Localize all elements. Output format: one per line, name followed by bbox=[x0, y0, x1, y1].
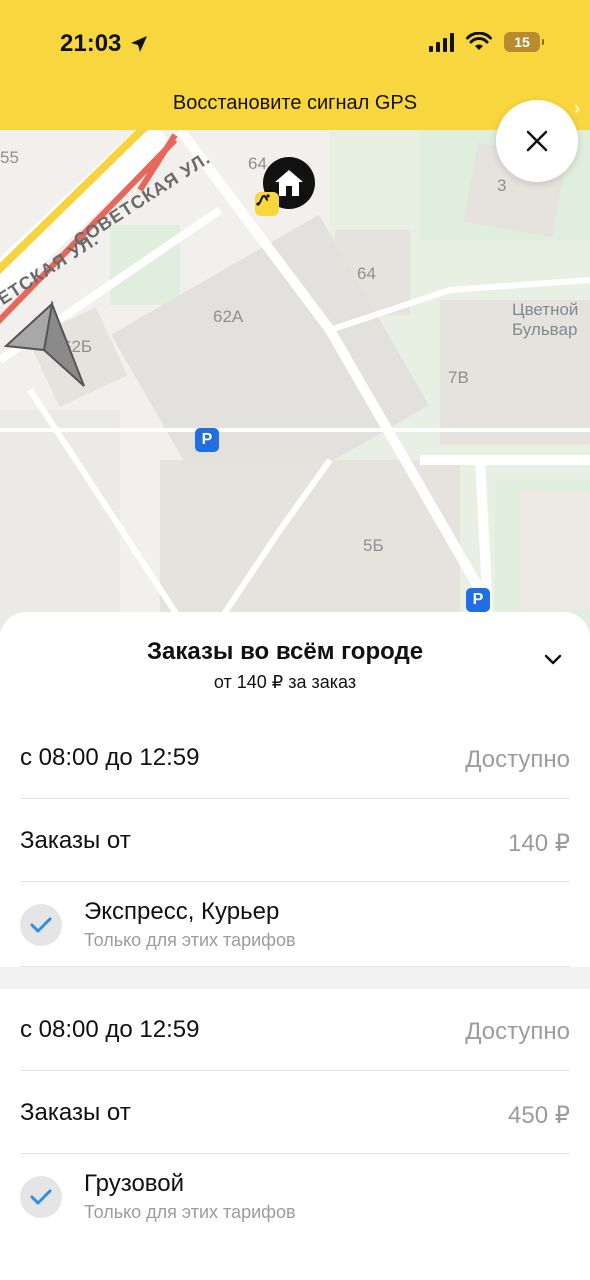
checkbox-checked[interactable] bbox=[20, 1176, 62, 1218]
map-view[interactable]: СОВЕТСКАЯ УЛ. ЕТСКАЯ УЛ. 55 64 3 64 62А … bbox=[0, 130, 590, 650]
group-divider bbox=[0, 967, 590, 989]
tariff-note: Только для этих тарифов bbox=[84, 1202, 296, 1222]
signal-icon bbox=[429, 32, 454, 52]
parking-icon[interactable]: P bbox=[195, 428, 219, 452]
tariff-name: Экспресс, Курьер bbox=[84, 898, 280, 925]
chevron-down-icon[interactable] bbox=[544, 654, 562, 666]
building-label: 5Б bbox=[363, 536, 384, 555]
building-label: 55 bbox=[0, 148, 19, 167]
building-label: 7В bbox=[448, 368, 469, 387]
orders-from-row[interactable]: Заказы от 450 ₽ bbox=[20, 1071, 570, 1154]
wifi-icon bbox=[466, 32, 492, 50]
close-button[interactable] bbox=[496, 100, 578, 182]
tariff-row[interactable]: Грузовой Только для этих тарифов bbox=[20, 1154, 570, 1238]
clock-time: 21:03 bbox=[60, 30, 122, 57]
orders-from-label: Заказы от bbox=[20, 1099, 131, 1126]
time-range-row[interactable]: с 08:00 до 12:59 Доступно bbox=[20, 988, 570, 1071]
status-bar: 21:03 15 Восстановите сигнал GPS › bbox=[0, 0, 590, 130]
sheet-title: Заказы во всём городе bbox=[146, 638, 424, 665]
location-arrow-icon bbox=[131, 36, 148, 52]
park-label-line1: Цветной bbox=[512, 300, 579, 319]
tariff-note: Только для этих тарифов bbox=[84, 930, 296, 950]
check-icon bbox=[30, 1189, 52, 1205]
status-icons: 15 bbox=[429, 32, 544, 52]
battery-level: 15 bbox=[514, 34, 530, 50]
chevron-right-icon: › bbox=[574, 98, 580, 118]
building-label: 64 bbox=[357, 264, 376, 283]
close-icon bbox=[526, 130, 548, 152]
time-range-row[interactable]: с 08:00 до 12:59 Доступно bbox=[20, 716, 570, 799]
orders-from-price: 450 ₽ bbox=[508, 1102, 570, 1129]
check-icon bbox=[30, 917, 52, 933]
availability-status: Доступно bbox=[465, 1018, 570, 1045]
orders-sheet: Заказы во всём городе от 140 ₽ за заказ … bbox=[0, 612, 590, 1280]
route-tag-icon bbox=[255, 192, 279, 216]
time-range: с 08:00 до 12:59 bbox=[20, 1016, 200, 1043]
navigation-arrow-icon bbox=[3, 300, 85, 387]
building-label: 64 bbox=[248, 154, 267, 173]
checkbox-checked[interactable] bbox=[20, 904, 62, 946]
building-label: 62А bbox=[213, 307, 244, 326]
battery-icon: 15 bbox=[504, 32, 544, 52]
tariff-row[interactable]: Экспресс, Курьер Только для этих тарифов bbox=[20, 882, 570, 967]
sheet-subtitle: от 140 ₽ за заказ bbox=[213, 672, 357, 692]
park-label: Цветной Бульвар bbox=[512, 300, 578, 340]
orders-from-label: Заказы от bbox=[20, 827, 131, 854]
tariff-name: Грузовой bbox=[84, 1170, 185, 1197]
clock: 21:03 bbox=[60, 30, 149, 58]
park-label-line2: Бульвар bbox=[512, 320, 578, 339]
availability-status: Доступно bbox=[465, 746, 570, 773]
time-range: с 08:00 до 12:59 bbox=[20, 744, 200, 771]
gps-banner[interactable]: Восстановите сигнал GPS bbox=[0, 92, 590, 115]
orders-from-price: 140 ₽ bbox=[508, 830, 570, 857]
orders-from-row[interactable]: Заказы от 140 ₽ bbox=[20, 799, 570, 882]
building-label: 3 bbox=[497, 176, 507, 195]
parking-icon[interactable]: P bbox=[466, 588, 490, 612]
